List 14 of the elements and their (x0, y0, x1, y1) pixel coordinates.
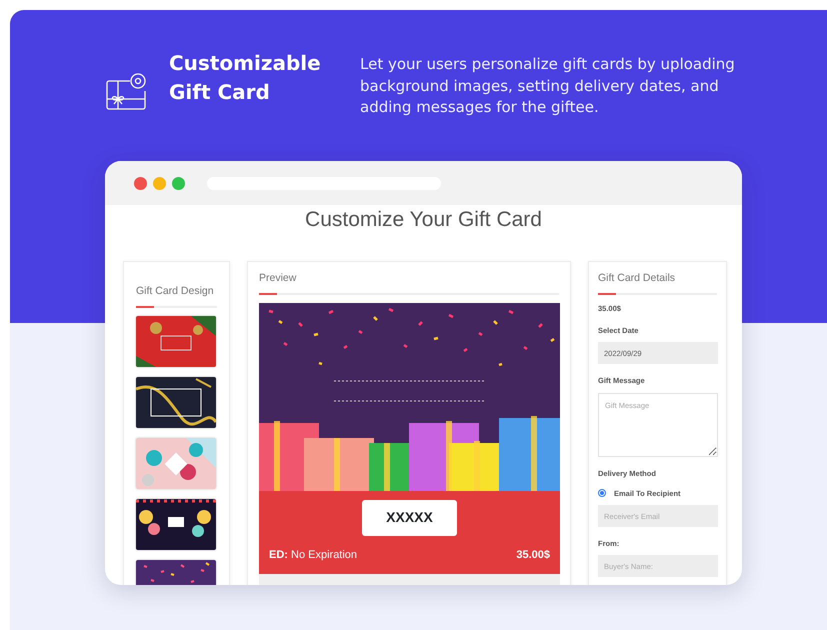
feature-description: Let your users personalize gift cards by uploading background images, setting delivery dates, and adding messages for the giftee. (360, 54, 736, 118)
gift-card-icon (106, 73, 146, 111)
feature-title: Customizable Gift Card (169, 50, 322, 106)
panel-title: Gift Card Design (136, 284, 215, 299)
panel-title: Gift Card Details (598, 271, 676, 286)
expiry-text: ED: No Expiration (269, 548, 358, 563)
panel-title: Preview (259, 271, 298, 286)
gift-code: XXXXX (362, 500, 457, 536)
card-amount: 35.00$ (516, 548, 550, 563)
close-dot-icon (134, 176, 147, 190)
page-title: Customize Your Gift Card (304, 207, 543, 233)
radio-button[interactable] (598, 489, 606, 498)
maximize-dot-icon (172, 176, 185, 190)
minimize-dot-icon (153, 176, 166, 190)
